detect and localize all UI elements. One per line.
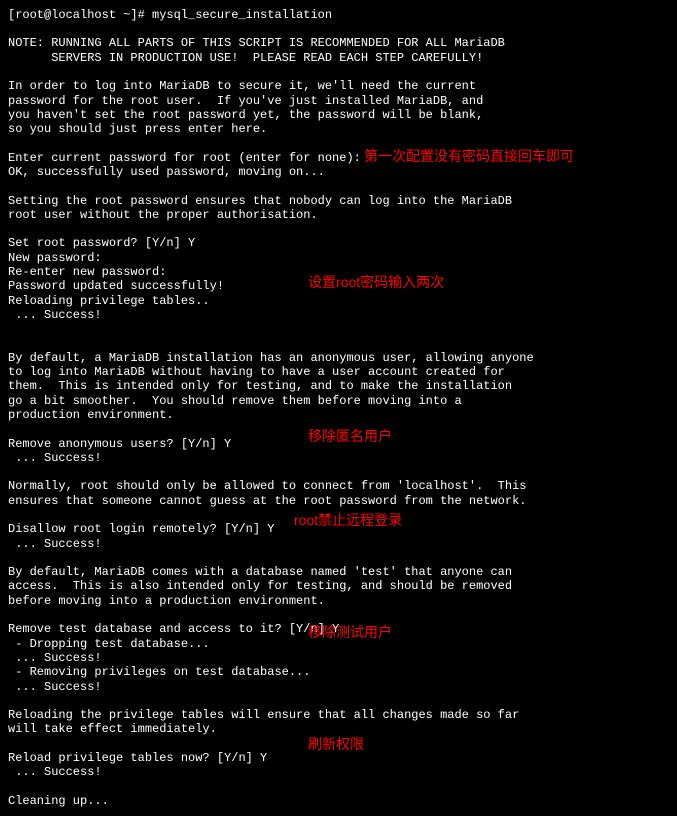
terminal-line: before moving into a production environm… [8, 594, 669, 608]
terminal-line: to log into MariaDB without having to ha… [8, 365, 669, 379]
terminal-line [8, 465, 669, 479]
terminal-line: In order to log into MariaDB to secure i… [8, 79, 669, 93]
annotation-remove-test-db: 移除测试用户 [308, 624, 392, 641]
annotation-disallow-remote-root: root禁止远程登录 [294, 512, 402, 529]
terminal-line: ... Success! [8, 451, 669, 465]
terminal-line [8, 694, 669, 708]
terminal-line [8, 608, 669, 622]
terminal-line: go a bit smoother. You should remove the… [8, 394, 669, 408]
terminal-line: Setting the root password ensures that n… [8, 194, 669, 208]
terminal-line [8, 337, 669, 351]
annotation-first-config: 第一次配置没有密码直接回车即可 [364, 148, 574, 165]
terminal-line: Reload privilege tables now? [Y/n] Y [8, 751, 669, 765]
terminal-line: [root@localhost ~]# mysql_secure_install… [8, 8, 669, 22]
terminal-line [8, 780, 669, 794]
terminal-line: NOTE: RUNNING ALL PARTS OF THIS SCRIPT I… [8, 36, 669, 50]
terminal-line: access. This is also intended only for t… [8, 579, 669, 593]
terminal-line: ... Success! [8, 765, 669, 779]
terminal-line: root user without the proper authorisati… [8, 208, 669, 222]
terminal-line: Set root password? [Y/n] Y [8, 236, 669, 250]
annotation-reload-privileges: 刷新权限 [308, 736, 364, 753]
terminal-output: [root@localhost ~]# mysql_secure_install… [8, 8, 669, 808]
terminal-line: ... Success! [8, 651, 669, 665]
terminal-line: so you should just press enter here. [8, 122, 669, 136]
terminal-line: you haven't set the root password yet, t… [8, 108, 669, 122]
terminal-line [8, 65, 669, 79]
terminal-line [8, 551, 669, 565]
terminal-line: will take effect immediately. [8, 722, 669, 736]
terminal-line [8, 22, 669, 36]
terminal-line [8, 323, 669, 337]
terminal-line: password for the root user. If you've ju… [8, 94, 669, 108]
terminal-line: them. This is intended only for testing,… [8, 379, 669, 393]
annotation-remove-anon-users: 移除匿名用户 [308, 428, 392, 445]
terminal-line: Cleaning up... [8, 794, 669, 808]
terminal-line: SERVERS IN PRODUCTION USE! PLEASE READ E… [8, 51, 669, 65]
terminal-line: Reloading privilege tables.. [8, 294, 669, 308]
terminal-line: New password: [8, 251, 669, 265]
terminal-line: ... Success! [8, 308, 669, 322]
annotation-set-root-password: 设置root密码输入两次 [308, 274, 444, 291]
terminal-line [8, 180, 669, 194]
terminal-line: By default, MariaDB comes with a databas… [8, 565, 669, 579]
terminal-line: Normally, root should only be allowed to… [8, 479, 669, 493]
terminal-line: Reloading the privilege tables will ensu… [8, 708, 669, 722]
terminal-line: ... Success! [8, 537, 669, 551]
terminal-line: OK, successfully used password, moving o… [8, 165, 669, 179]
terminal-line: ... Success! [8, 680, 669, 694]
terminal-line: production environment. [8, 408, 669, 422]
terminal-line: - Removing privileges on test database..… [8, 665, 669, 679]
terminal-line: ensures that someone cannot guess at the… [8, 494, 669, 508]
terminal-line: By default, a MariaDB installation has a… [8, 351, 669, 365]
terminal-line [8, 222, 669, 236]
